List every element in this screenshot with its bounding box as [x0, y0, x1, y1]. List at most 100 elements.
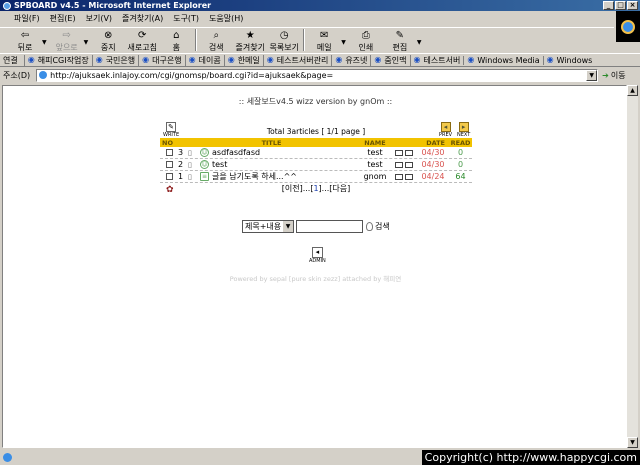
link-item[interactable]: ◉ 테스트서버관리	[262, 54, 332, 66]
mail-icon[interactable]	[395, 161, 403, 168]
menu-favorites[interactable]: 즐겨찾기(A)	[118, 13, 167, 24]
link-item[interactable]: ◉ 해피CGI작업장	[23, 54, 92, 66]
edit-button[interactable]: ✎ 편집	[383, 30, 417, 53]
history-icon: ◷	[279, 30, 289, 41]
prev-page-button[interactable]: ◂ PREV	[439, 122, 452, 138]
page-icon: ◉	[413, 55, 421, 64]
search-submit-button[interactable]: 검색	[366, 221, 390, 232]
menu-help[interactable]: 도움말(H)	[205, 13, 247, 24]
homepage-icon[interactable]	[405, 173, 413, 180]
edit-dropdown-icon[interactable]: ▼	[417, 39, 422, 46]
pager-next-link[interactable]: [다음]	[329, 184, 350, 193]
search-input[interactable]	[296, 220, 363, 233]
copyright-overlay: Copyright(c) http://www.happycgi.com	[421, 450, 640, 465]
mail-icon[interactable]	[395, 149, 403, 156]
scroll-up-icon[interactable]: ▲	[627, 85, 638, 96]
next-page-button[interactable]: ▸ NEXT	[457, 122, 470, 138]
smiley-icon: ☺	[200, 160, 209, 169]
forward-arrow-icon: ⇨	[62, 30, 71, 41]
mail-icon: ✉	[320, 30, 329, 41]
vertical-scrollbar[interactable]: ▲ ▼	[627, 85, 638, 448]
page-icon: ◉	[467, 55, 475, 64]
author-name[interactable]: test	[355, 160, 395, 169]
post-date: 04/24	[421, 172, 445, 181]
link-item[interactable]: ◉ 데이콤	[184, 54, 224, 66]
pagination: ✿ [이전]...[1]...[다음]	[166, 184, 351, 195]
status-page-icon	[3, 453, 12, 462]
pager-prev-link[interactable]: [이전]	[282, 184, 303, 193]
menu-view[interactable]: 보기(V)	[82, 13, 116, 24]
menu-bar: 파일(F) 편집(E) 보기(V) 즐겨찾기(A) 도구(T) 도움말(H)	[0, 11, 640, 26]
mail-dropdown-icon[interactable]: ▼	[341, 39, 346, 46]
col-no: NO	[162, 138, 173, 147]
address-input[interactable]: http://ajuksaek.inlajoy.com/cgi/gnomsp/b…	[36, 68, 599, 82]
powered-by-footer: Powered by sepal [pure skin zezz] attach…	[229, 275, 402, 283]
address-dropdown-icon[interactable]: ▼	[586, 69, 598, 81]
post-title-link[interactable]: ☺ asdfasdfasd	[200, 148, 355, 157]
favorites-button[interactable]: ★ 즐겨찾기	[233, 30, 267, 53]
author-name[interactable]: test	[355, 148, 395, 157]
search-icon: ⌕	[213, 30, 220, 41]
window-titlebar: SPBOARD v4.5 - Microsoft Internet Explor…	[0, 0, 640, 11]
homepage-icon[interactable]	[405, 149, 413, 156]
col-date: DATE	[426, 138, 445, 147]
maple-leaf-icon: ✿	[166, 185, 174, 195]
link-item[interactable]: ◉ 대구은행	[138, 54, 184, 66]
back-arrow-icon: ⇦	[20, 30, 30, 41]
link-item[interactable]: ◉ 한메일	[223, 54, 263, 66]
search-field-select[interactable]: 제목+내용 ▼	[242, 220, 294, 233]
read-count: 0	[457, 160, 464, 169]
link-item[interactable]: ◉ 줌인맥	[370, 54, 409, 66]
menu-tools[interactable]: 도구(T)	[169, 13, 203, 24]
stop-button[interactable]: ⊗ 중지	[91, 30, 125, 53]
mail-icon[interactable]	[395, 173, 403, 180]
link-item[interactable]: ◉ 테스트서버	[409, 54, 464, 66]
history-button[interactable]: ◷ 목록보기	[267, 30, 301, 53]
document-icon: ▯	[188, 160, 192, 169]
address-url: http://ajuksaek.inlajoy.com/cgi/gnomsp/b…	[50, 70, 334, 80]
address-label: 주소(D)	[3, 70, 31, 80]
window-title: SPBOARD v4.5 - Microsoft Internet Explor…	[14, 1, 212, 10]
table-row: 1 ▯ ≡ 글을 남기도록 하세...^^ gnom 04/24 64	[160, 171, 472, 183]
back-button[interactable]: ⇦ 뒤로	[8, 30, 42, 53]
link-item[interactable]: ◉ Windows Media	[463, 55, 542, 65]
post-title-link[interactable]: ≡ 글을 남기도록 하세...^^	[200, 171, 355, 182]
links-bar: 연결 ◉ 해피CGI작업장 ◉ 국민은행 ◉ 대구은행 ◉ 데이콤 ◉ 한메일 ◉ 테스트서…	[0, 53, 640, 67]
page-icon: ◉	[188, 55, 196, 64]
link-item[interactable]: ◉ 유즈넷	[331, 54, 370, 66]
link-item[interactable]: ◉ 국민은행	[91, 54, 138, 66]
homepage-icon[interactable]	[405, 161, 413, 168]
go-button[interactable]: ➔ 이동	[602, 70, 625, 81]
home-button[interactable]: ⌂ 홈	[159, 30, 193, 53]
page-icon: ◉	[374, 55, 382, 64]
next-arrow-icon: ▸	[458, 122, 469, 132]
col-name: NAME	[364, 138, 386, 147]
print-button[interactable]: ⎙ 인쇄	[349, 30, 383, 53]
edit-icon: ✎	[395, 30, 405, 41]
close-button[interactable]: ×	[627, 1, 638, 10]
search-button[interactable]: ⌕ 검색	[199, 30, 233, 53]
post-title-link[interactable]: ☺ test	[200, 160, 355, 169]
mail-button[interactable]: ✉ 메일	[307, 30, 341, 53]
page-icon: ◉	[95, 55, 103, 64]
admin-button[interactable]: ◂ ADMIN	[309, 247, 326, 264]
page-icon: ◉	[27, 55, 35, 64]
row-checkbox[interactable]	[166, 173, 173, 180]
forward-button[interactable]: ⇨ 앞으로	[50, 30, 84, 53]
refresh-button[interactable]: ⟳ 새로고침	[125, 30, 159, 53]
row-checkbox[interactable]	[166, 149, 173, 156]
menu-file[interactable]: 파일(F)	[10, 13, 44, 24]
row-checkbox[interactable]	[166, 161, 173, 168]
maximize-button[interactable]: □	[615, 1, 626, 10]
page-icon: ◉	[546, 55, 554, 64]
print-icon: ⎙	[361, 30, 370, 41]
back-dropdown-icon[interactable]: ▼	[42, 39, 47, 46]
document-icon: ▯	[188, 172, 192, 181]
minimize-button[interactable]: _	[603, 1, 614, 10]
forward-dropdown-icon[interactable]: ▼	[84, 39, 89, 46]
link-item[interactable]: ◉ Windows	[542, 55, 596, 65]
ie-throbber-logo	[616, 11, 640, 42]
author-name[interactable]: gnom	[355, 172, 395, 181]
menu-edit[interactable]: 편집(E)	[46, 13, 80, 24]
scroll-down-icon[interactable]: ▼	[627, 437, 638, 448]
